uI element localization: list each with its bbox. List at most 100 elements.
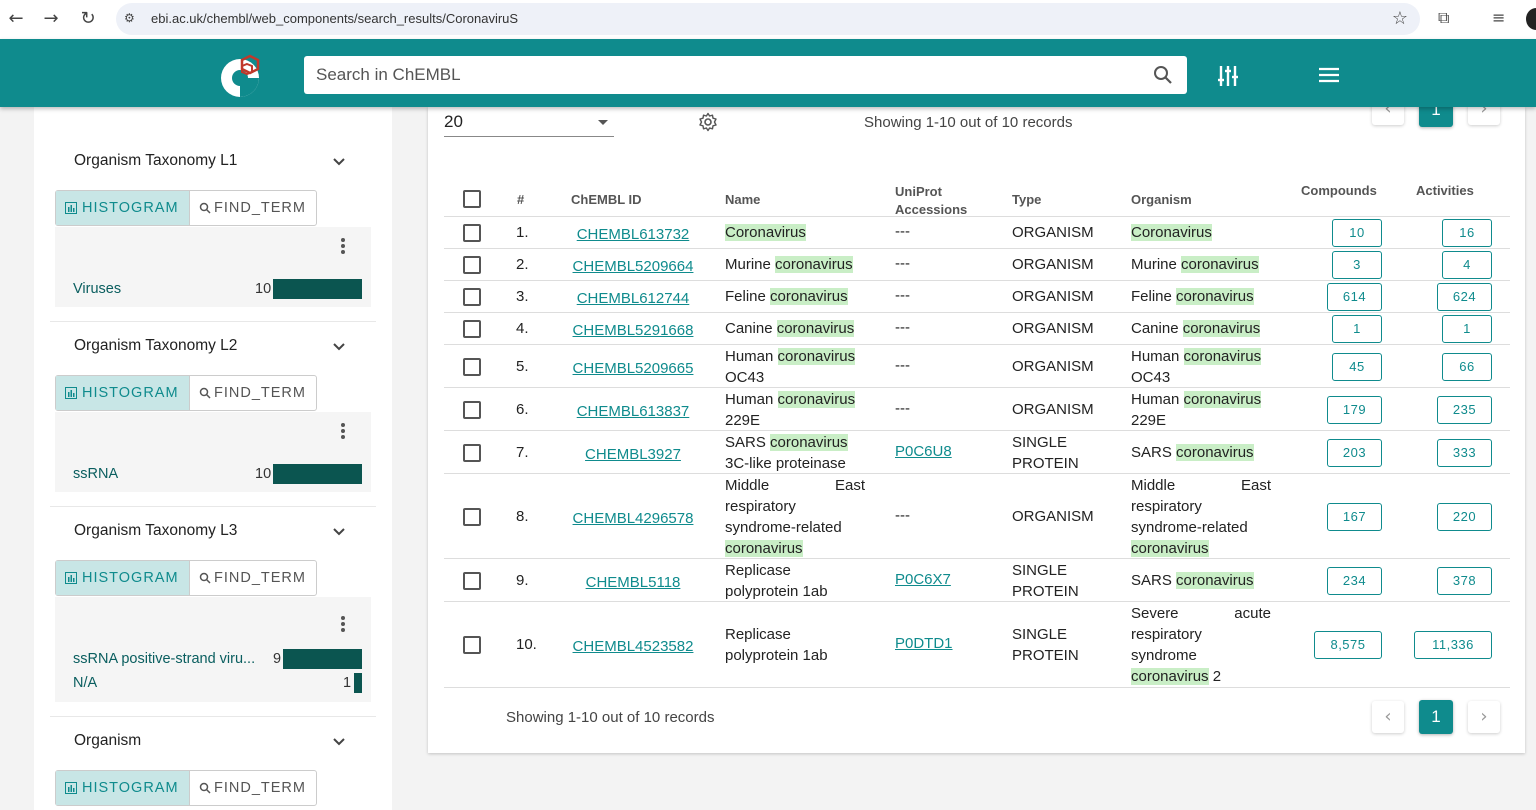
table-row: 9. CHEMBL5118 Replicase polyprotein 1ab P0C… [444, 559, 1510, 602]
forward-icon[interactable]: → [40, 8, 62, 30]
col-type[interactable]: Type [1012, 192, 1041, 207]
histogram-button[interactable]: HISTOGRAM [56, 191, 189, 225]
chevron-down-icon[interactable] [332, 340, 346, 354]
prev-page-button-bottom[interactable]: ‹ [1372, 701, 1404, 733]
row-checkbox[interactable] [463, 636, 481, 654]
reload-icon[interactable]: ↻ [77, 8, 99, 30]
row-checkbox[interactable] [463, 224, 481, 242]
col-activities[interactable]: Activities [1416, 183, 1474, 198]
chembl-id-link[interactable]: CHEMBL4523582 [571, 636, 695, 657]
address-bar[interactable]: ⚙ ebi.ac.uk/chembl/web_components/search… [116, 3, 1420, 35]
search-input[interactable] [316, 63, 1136, 87]
activities-count-button[interactable]: 624 [1437, 283, 1492, 311]
chembl-logo-icon[interactable] [220, 54, 264, 98]
more-vert-icon[interactable] [340, 422, 346, 440]
filter-settings-icon[interactable] [1217, 65, 1239, 87]
chembl-id-link[interactable]: CHEMBL5291668 [571, 320, 695, 341]
activities-count-button[interactable]: 235 [1437, 396, 1492, 424]
row-checkbox[interactable] [463, 358, 481, 376]
compounds-count-button[interactable]: 8,575 [1314, 631, 1382, 659]
histogram-row[interactable]: Viruses 10 [73, 279, 363, 301]
chembl-id-link[interactable]: CHEMBL5209665 [571, 358, 695, 379]
find-term-button[interactable]: FIND_TERM [189, 561, 316, 595]
activities-count-button[interactable]: 220 [1437, 503, 1492, 531]
compounds-count-button[interactable]: 45 [1332, 353, 1382, 381]
compounds-count-button[interactable]: 614 [1327, 283, 1382, 311]
chembl-id-link[interactable]: CHEMBL4296578 [571, 508, 695, 529]
find-term-button[interactable]: FIND_TERM [189, 771, 316, 805]
chembl-id-link[interactable]: CHEMBL613732 [571, 224, 695, 245]
activities-count-button[interactable]: 11,336 [1414, 631, 1492, 659]
compounds-count-button[interactable]: 1 [1332, 315, 1382, 343]
search-highlight: coronavirus [725, 540, 803, 557]
chevron-down-icon[interactable] [332, 735, 346, 749]
col-name[interactable]: Name [725, 192, 760, 207]
col-uniprot[interactable]: UniProt Accessions [895, 183, 985, 219]
compounds-count-button[interactable]: 203 [1327, 439, 1382, 467]
chembl-id-link[interactable]: CHEMBL613837 [571, 401, 695, 422]
compounds-count-button[interactable]: 3 [1332, 251, 1382, 279]
activities-count-button[interactable]: 66 [1442, 353, 1492, 381]
chembl-id-link[interactable]: CHEMBL612744 [571, 288, 695, 309]
profile-avatar[interactable] [1526, 8, 1536, 30]
col-organism[interactable]: Organism [1131, 192, 1192, 207]
chembl-id-link[interactable]: CHEMBL5118 [571, 572, 695, 593]
chembl-id-link[interactable]: CHEMBL3927 [571, 444, 695, 465]
site-info-icon[interactable]: ⚙ [124, 11, 140, 27]
menu-icon[interactable] [1319, 67, 1339, 83]
search-highlight: coronavirus [1183, 348, 1262, 365]
compounds-count-button[interactable]: 179 [1327, 396, 1382, 424]
activities-count-button[interactable]: 4 [1442, 251, 1492, 279]
select-all-checkbox[interactable] [463, 190, 481, 208]
more-vert-icon[interactable] [340, 237, 346, 255]
more-vert-icon[interactable] [340, 615, 346, 633]
next-page-button-bottom[interactable]: › [1468, 701, 1500, 733]
row-checkbox[interactable] [463, 444, 481, 462]
compounds-count-button[interactable]: 234 [1327, 567, 1382, 595]
url-text[interactable]: ebi.ac.uk/chembl/web_components/search_r… [151, 11, 518, 26]
histogram-bar [354, 673, 362, 693]
gear-icon[interactable] [698, 112, 718, 132]
activities-count-button[interactable]: 378 [1437, 567, 1492, 595]
find-term-button[interactable]: FIND_TERM [189, 376, 316, 410]
organism-name-text: Canine [1131, 320, 1183, 337]
page-1-button-bottom[interactable]: 1 [1419, 700, 1453, 734]
compounds-count-button[interactable]: 10 [1332, 219, 1382, 247]
extensions-icon[interactable]: ⧉ [1438, 8, 1449, 28]
activities-count-button[interactable]: 16 [1442, 219, 1492, 247]
row-checkbox[interactable] [463, 288, 481, 306]
histogram-row[interactable]: ssRNA 10 [73, 464, 363, 486]
histogram-button[interactable]: HISTOGRAM [56, 771, 189, 805]
uniprot-link[interactable]: P0C6X7 [895, 569, 951, 590]
col-chembl-id[interactable]: ChEMBL ID [571, 192, 642, 207]
row-checkbox[interactable] [463, 572, 481, 590]
organism-name-text: OC43 [1131, 369, 1171, 386]
page-size-select[interactable]: 20 [444, 110, 614, 137]
histogram-button[interactable]: HISTOGRAM [56, 561, 189, 595]
chevron-down-icon[interactable] [332, 525, 346, 539]
col-compounds[interactable]: Compounds [1301, 183, 1377, 198]
facet-organism-taxonomy-l3: Organism Taxonomy L3 HISTOGRAM FIND_TERM… [50, 507, 376, 717]
row-checkbox[interactable] [463, 320, 481, 338]
row-checkbox[interactable] [463, 401, 481, 419]
chevron-down-icon[interactable] [332, 155, 346, 169]
search-highlight: coronavirus [1176, 572, 1254, 589]
search-highlight: coronavirus [770, 288, 848, 305]
compounds-count-button[interactable]: 167 [1327, 503, 1382, 531]
uniprot-link[interactable]: P0DTD1 [895, 633, 953, 654]
back-icon[interactable]: ← [5, 8, 27, 30]
media-controls-icon[interactable]: ≡ [1492, 8, 1505, 27]
bookmark-star-icon[interactable]: ☆ [1392, 8, 1408, 29]
uniprot-link[interactable]: P0C6U8 [895, 441, 952, 462]
chembl-id-link[interactable]: CHEMBL5209664 [571, 256, 695, 277]
activities-count-button[interactable]: 1 [1442, 315, 1492, 343]
search-icon[interactable] [1153, 65, 1173, 85]
row-checkbox[interactable] [463, 256, 481, 274]
histogram-row[interactable]: N/A 1 [73, 673, 363, 695]
search-highlight: coronavirus [775, 256, 853, 273]
find-term-button[interactable]: FIND_TERM [189, 191, 316, 225]
activities-count-button[interactable]: 333 [1437, 439, 1492, 467]
histogram-row[interactable]: ssRNA positive-strand viru... 9 [73, 649, 363, 671]
row-checkbox[interactable] [463, 508, 481, 526]
histogram-button[interactable]: HISTOGRAM [56, 376, 189, 410]
